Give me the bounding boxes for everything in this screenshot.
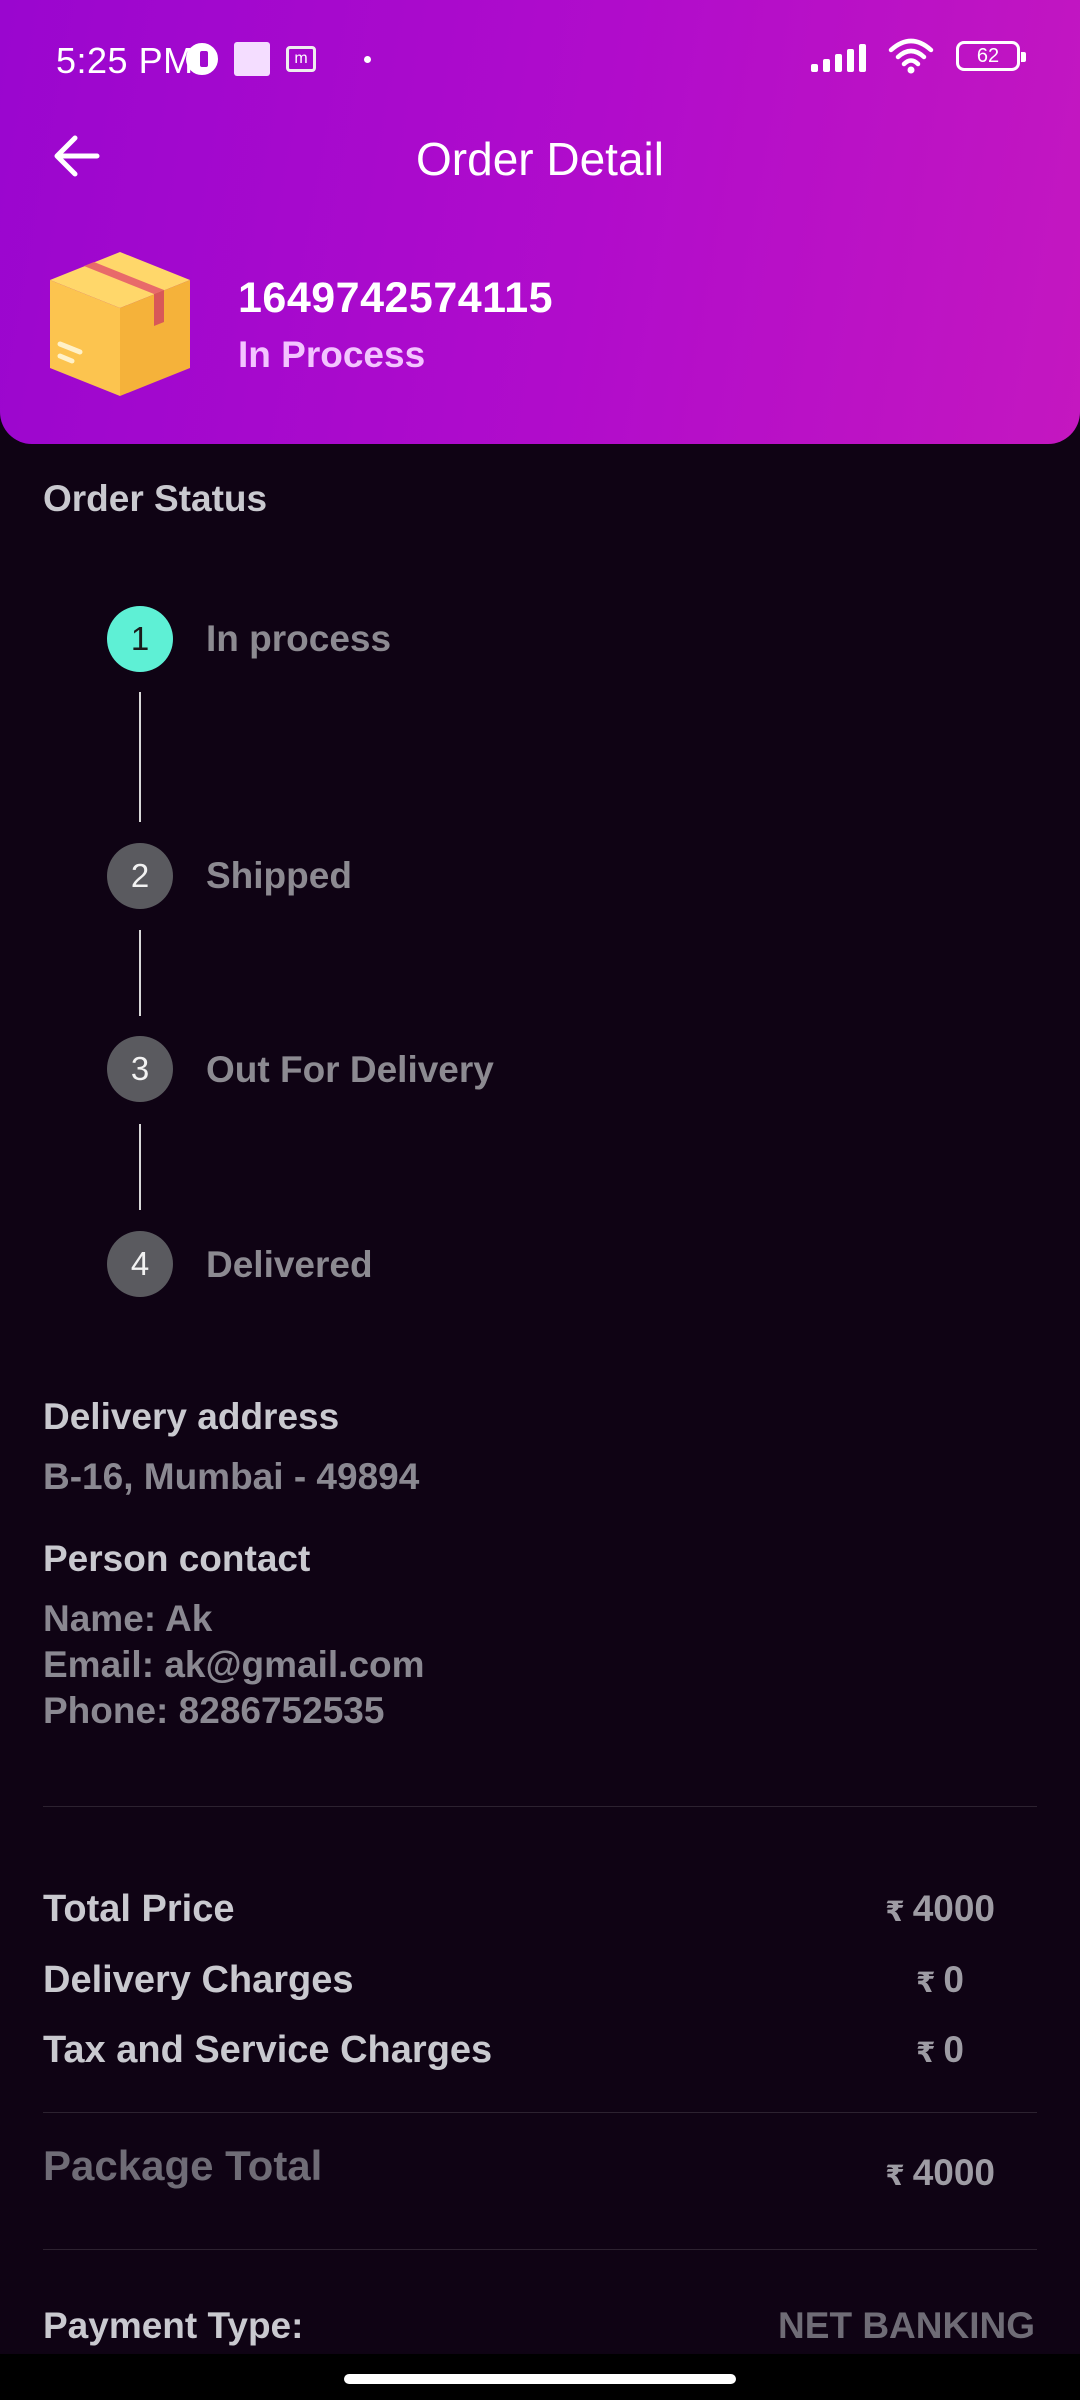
payment-type-label: Payment Type: [43, 2305, 304, 2346]
step-connector [139, 692, 141, 822]
order-status-label: In Process [238, 334, 426, 375]
total-price-amount: 4000 [912, 1888, 995, 1929]
delivery-charges-value: ₹0 [916, 1959, 964, 2001]
page-title: Order Detail [416, 133, 664, 185]
person-contact-title: Person contact [43, 1538, 311, 1579]
divider [43, 1806, 1037, 1807]
step-3-circle: 3 [107, 1036, 173, 1102]
order-status-title: Order Status [43, 478, 268, 519]
step-1-circle: 1 [107, 606, 173, 672]
order-id: 1649742574115 [238, 274, 554, 322]
step-4-circle: 4 [107, 1231, 173, 1297]
more-notifications-icon [364, 55, 371, 63]
step-2-circle: 2 [107, 843, 173, 909]
step-4-label: Delivered [206, 1244, 373, 1285]
step-2-label: Shipped [206, 855, 352, 896]
currency-symbol: ₹ [915, 1967, 936, 1998]
package-total-value: ₹4000 [885, 2152, 995, 2194]
order-detail-screen: 5:25 PM m 62 Order Detail 1649742574115 … [0, 0, 1080, 2400]
delivery-address: B-16, Mumbai - 49894 [43, 1456, 420, 1497]
system-icons: 62 [811, 38, 1026, 74]
wifi-icon [888, 38, 934, 74]
status-bar: 5:25 PM m 62 [0, 0, 1080, 120]
status-time: 5:25 PM [56, 40, 194, 81]
signal-icon [811, 40, 866, 72]
total-price-label: Total Price [43, 1888, 235, 1930]
home-indicator[interactable] [344, 2374, 736, 2384]
image-notification-icon [234, 42, 270, 76]
contact-phone: Phone: 8286752535 [43, 1690, 385, 1731]
package-box-icon [50, 252, 190, 396]
delivery-charges-label: Delivery Charges [43, 1959, 354, 2001]
step-connector [139, 1124, 141, 1210]
payment-type-value: NET BANKING [778, 2305, 1035, 2346]
package-total-label: Package Total [43, 2142, 323, 2189]
contact-email: Email: ak@gmail.com [43, 1644, 425, 1685]
divider [43, 2112, 1037, 2113]
total-price-value: ₹4000 [885, 1888, 995, 1930]
divider [43, 2249, 1037, 2250]
delivery-address-title: Delivery address [43, 1396, 340, 1437]
currency-symbol: ₹ [885, 1896, 905, 1927]
battery-icon: 62 [956, 41, 1026, 71]
step-connector [139, 930, 141, 1016]
delivery-charges-amount: 0 [943, 1959, 964, 2000]
tax-charges-amount: 0 [943, 2029, 964, 2070]
tax-charges-value: ₹0 [916, 2029, 964, 2071]
tax-charges-label: Tax and Service Charges [43, 2029, 493, 2071]
currency-symbol: ₹ [885, 2160, 905, 2191]
contact-name: Name: Ak [43, 1598, 213, 1639]
notification-icons: m [186, 42, 371, 76]
header: 5:25 PM m 62 Order Detail 1649742574115 … [0, 0, 1080, 444]
step-3-label: Out For Delivery [206, 1049, 494, 1090]
step-1-label: In process [206, 618, 392, 659]
package-total-amount: 4000 [912, 2152, 995, 2193]
currency-symbol: ₹ [915, 2037, 936, 2068]
m-notification-icon: m [286, 46, 316, 72]
app-notification-icon [186, 43, 218, 75]
